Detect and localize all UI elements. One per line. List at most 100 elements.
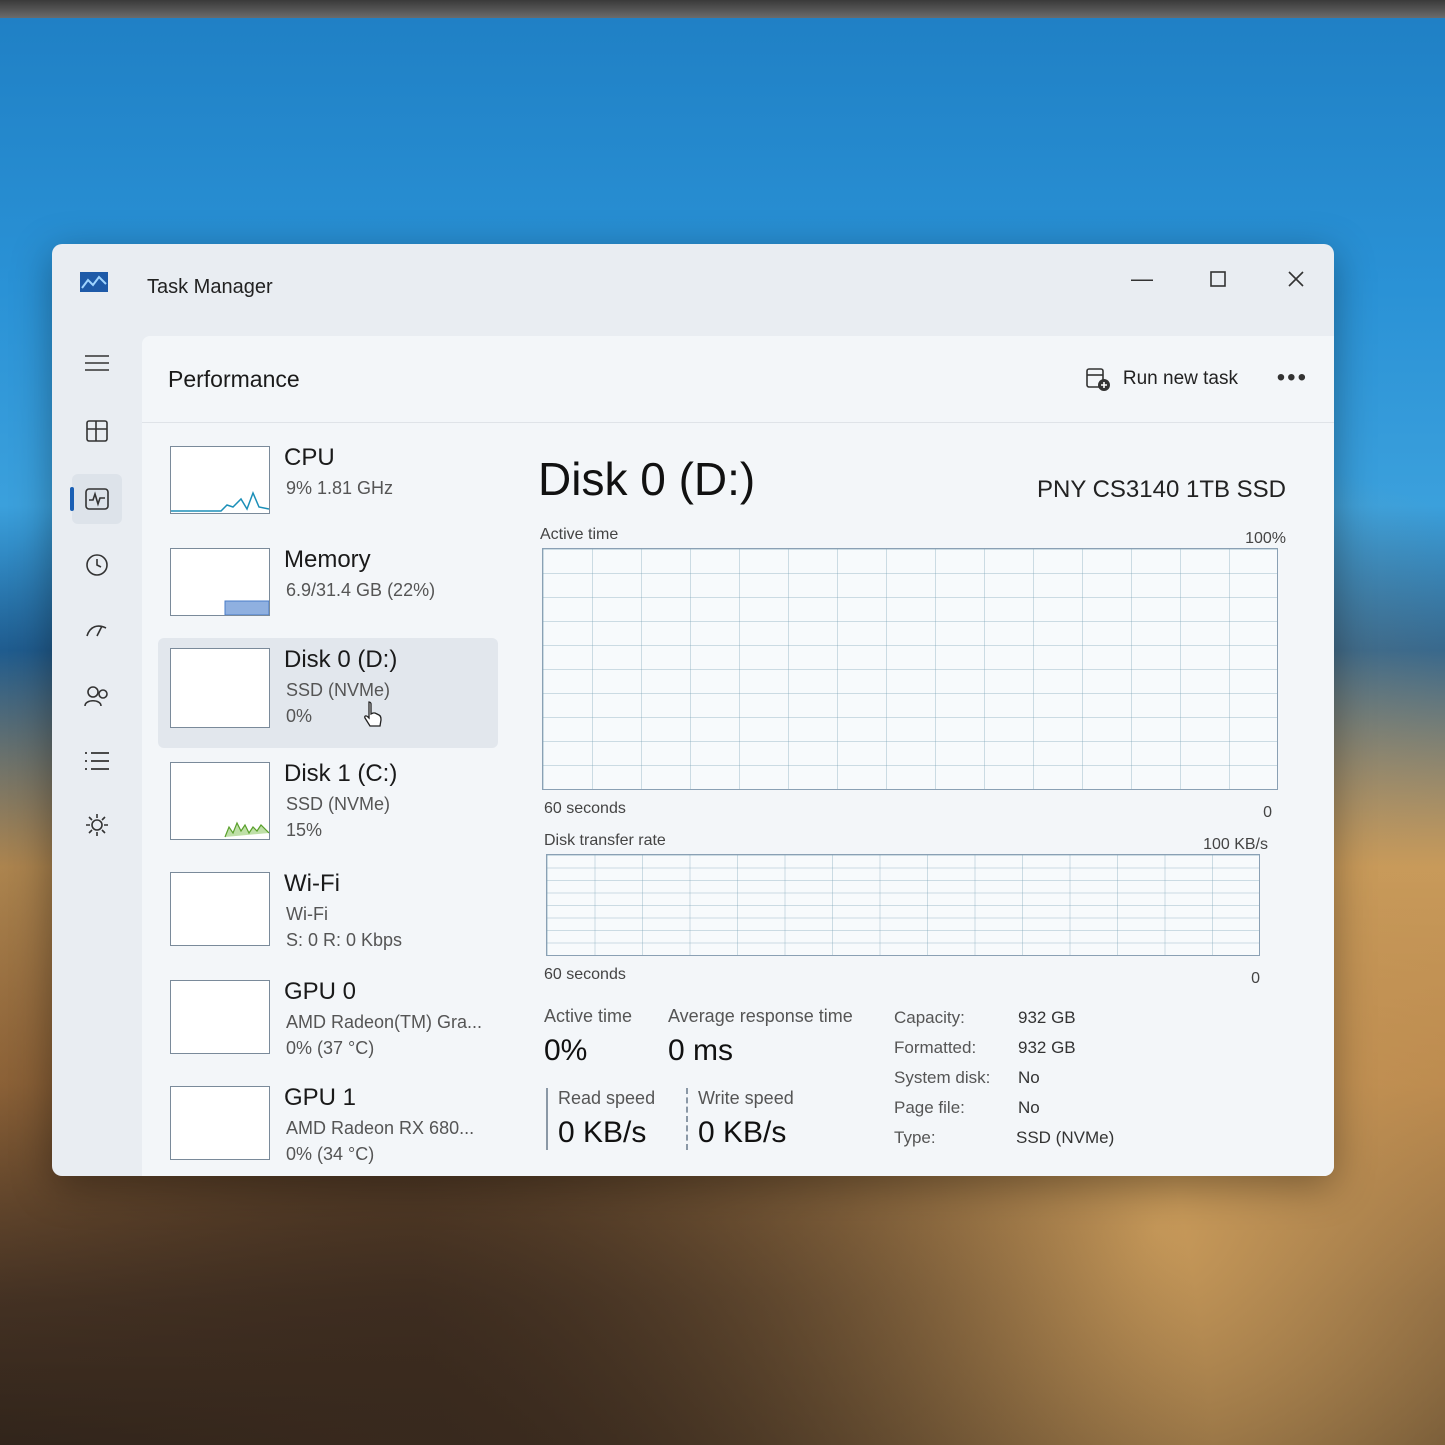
capacity-label: Capacity: (894, 1008, 965, 1027)
formatted-value: 932 GB (1018, 1038, 1076, 1057)
task-manager-app-icon (80, 272, 108, 292)
device-detail: 9% 1.81 GHz (286, 478, 394, 498)
nav-processes[interactable] (72, 406, 122, 456)
minimize-button[interactable]: — (1122, 264, 1162, 294)
more-options-button[interactable]: ••• (1277, 364, 1308, 392)
type-value: SSD (NVMe) (1016, 1128, 1115, 1147)
hamburger-menu-icon (85, 355, 109, 371)
device-item-memory[interactable]: Memory 6.9/31.4 GB (22%) (158, 538, 498, 646)
device-item-cpu[interactable]: CPU 9% 1.81 GHz (158, 436, 498, 544)
write-speed-divider (686, 1088, 688, 1150)
maximize-icon (1210, 271, 1226, 287)
write-speed-label: Write speed (698, 1088, 794, 1108)
avg-response-value: 0 ms (668, 1034, 734, 1067)
active-time-graph (542, 548, 1278, 790)
device-detail: SSD (NVMe) (286, 680, 391, 700)
device-detail: AMD Radeon(TM) Gra... (286, 1012, 483, 1032)
close-icon (1288, 271, 1304, 287)
system-disk-label: System disk: (894, 1068, 991, 1087)
nav-app-history[interactable] (72, 540, 122, 590)
type-label: Type: (894, 1128, 936, 1147)
detail-title: Disk 0 (D:) (538, 453, 756, 505)
device-usage: 0% (37 °C) (286, 1038, 375, 1058)
transfer-rate-graph-min: 0 (1251, 970, 1260, 987)
nav-users[interactable] (72, 672, 122, 722)
active-time-graph-duration: 60 seconds (544, 800, 626, 817)
device-usage: 15% (286, 820, 323, 840)
app-history-icon (86, 554, 108, 576)
disk-detail-panel: Disk 0 (D:) PNY CS3140 1TB SSD Active ti… (538, 444, 1286, 1176)
avg-response-label: Average response time (668, 1006, 853, 1026)
left-navigation (52, 334, 142, 1176)
device-title: Memory (284, 546, 371, 573)
device-title: Disk 0 (D:) (284, 646, 398, 673)
active-time-value: 0% (544, 1034, 588, 1067)
device-title: CPU (284, 444, 335, 471)
nav-details[interactable] (72, 736, 122, 786)
read-speed-divider (546, 1088, 548, 1150)
run-new-task-button[interactable]: Run new task (1085, 366, 1238, 392)
device-title: GPU 0 (284, 978, 357, 1005)
run-task-icon (1086, 368, 1110, 391)
memory-thumbnail-graph (170, 548, 270, 616)
monitor-bezel (0, 0, 1445, 18)
transfer-rate-graph-max: 100 KB/s (1203, 836, 1268, 853)
device-detail: 6.9/31.4 GB (22%) (286, 580, 436, 600)
read-speed-label: Read speed (558, 1088, 656, 1108)
device-item-wifi[interactable]: Wi-Fi Wi-Fi S: 0 R: 0 Kbps (158, 862, 498, 970)
transfer-rate-graph-label: Disk transfer rate (544, 832, 666, 849)
transfer-rate-graph-duration: 60 seconds (544, 966, 626, 983)
page-header: Performance Run new task ••• (142, 336, 1334, 423)
transfer-rate-graph (546, 854, 1260, 956)
page-title: Performance (168, 366, 300, 392)
hamburger-menu-button[interactable] (72, 338, 122, 388)
formatted-label: Formatted: (894, 1038, 977, 1057)
device-item-gpu1[interactable]: GPU 1 AMD Radeon RX 680... 0% (34 °C) (158, 1076, 498, 1176)
page-file-label: Page file: (894, 1098, 965, 1117)
nav-services[interactable] (72, 800, 122, 850)
users-icon (84, 686, 108, 707)
gpu0-thumbnail-graph (170, 980, 270, 1054)
write-speed-value: 0 KB/s (698, 1116, 787, 1149)
active-time-graph-label: Active time (540, 526, 619, 543)
disk0-thumbnail-graph (170, 648, 270, 728)
nav-startup-apps[interactable] (72, 606, 122, 656)
task-manager-window: Task Manager — Performance Run new task … (52, 244, 1334, 1176)
device-usage: 0% (34 °C) (286, 1144, 375, 1164)
device-detail: AMD Radeon RX 680... (286, 1118, 475, 1138)
device-title: Disk 1 (C:) (284, 760, 398, 787)
page-file-value: No (1018, 1098, 1040, 1117)
device-title: GPU 1 (284, 1084, 357, 1111)
wifi-thumbnail-graph (170, 872, 270, 946)
active-time-graph-max: 100% (1245, 530, 1286, 547)
active-time-graph-min: 0 (1263, 804, 1272, 821)
capacity-value: 932 GB (1018, 1008, 1076, 1027)
device-title: Wi-Fi (284, 870, 340, 897)
maximize-button[interactable] (1198, 264, 1238, 294)
processes-icon (86, 420, 108, 442)
performance-page: Performance Run new task ••• CPU 9% 1.81… (142, 336, 1334, 1176)
device-detail: SSD (NVMe) (286, 794, 391, 814)
device-item-disk1[interactable]: Disk 1 (C:) SSD (NVMe) 15% (158, 752, 498, 860)
services-icon (86, 814, 108, 836)
read-speed-value: 0 KB/s (558, 1116, 647, 1149)
device-usage: S: 0 R: 0 Kbps (286, 930, 403, 950)
system-disk-value: No (1018, 1068, 1040, 1087)
title-bar[interactable]: Task Manager — (52, 244, 1334, 334)
run-new-task-label: Run new task (1122, 368, 1238, 389)
device-usage: 0% (286, 706, 313, 726)
details-icon (85, 752, 109, 770)
device-item-gpu0[interactable]: GPU 0 AMD Radeon(TM) Gra... 0% (37 °C) (158, 970, 498, 1078)
close-button[interactable] (1276, 264, 1316, 294)
device-list: CPU 9% 1.81 GHz Memory 6.9/31.4 GB (22%)… (158, 436, 498, 1176)
startup-apps-icon (86, 625, 107, 637)
hand-cursor-icon (364, 701, 382, 727)
active-time-label: Active time (544, 1006, 633, 1026)
cpu-thumbnail-graph (170, 446, 270, 514)
device-item-disk0[interactable]: Disk 0 (D:) SSD (NVMe) 0% (158, 638, 498, 748)
gpu1-thumbnail-graph (170, 1086, 270, 1160)
device-detail: Wi-Fi (286, 904, 328, 924)
nav-performance[interactable] (70, 474, 122, 524)
active-indicator (70, 487, 74, 511)
window-title: Task Manager (147, 276, 273, 298)
